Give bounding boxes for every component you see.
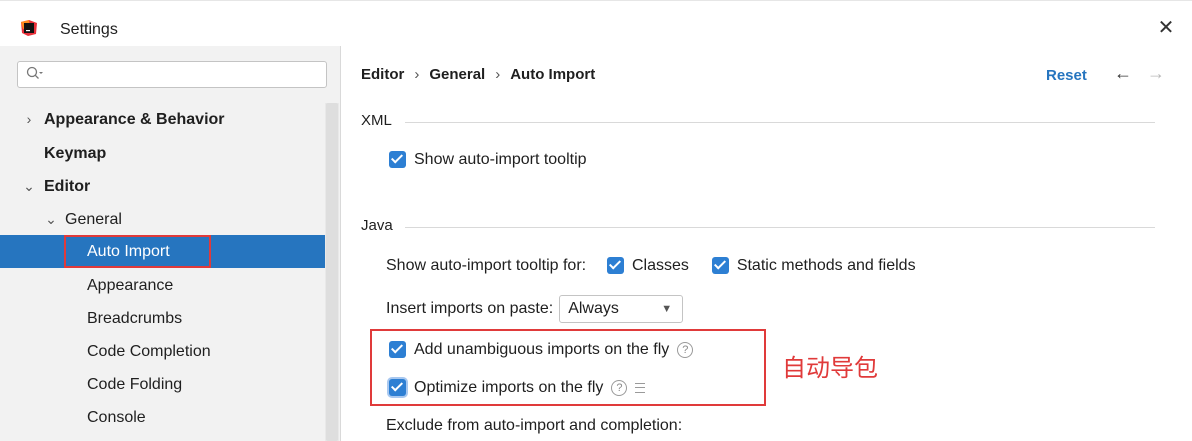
title-bar: Settings ✕ [0,0,1192,47]
reset-link[interactable]: Reset [1046,67,1087,84]
back-arrow-icon[interactable]: ← [1114,63,1132,84]
intellij-app-icon [21,20,37,36]
breadcrumb-separator: › [495,66,501,83]
forward-arrow-icon[interactable]: → [1147,63,1165,84]
section-divider [405,122,1155,123]
exclude-label: Exclude from auto-import and completion: [386,417,683,434]
sidebar-item-code-completion[interactable]: Code Completion [0,335,325,368]
window-title: Settings [60,21,118,38]
field-label: Insert imports on paste: [386,300,554,318]
section-title-java: Java [361,217,393,234]
sidebar-item-label: Appearance & Behavior [44,111,225,128]
select-value: Always [568,300,619,317]
search-icon [26,66,43,79]
sidebar-item-label: Editor [44,178,91,195]
breadcrumb-item: Auto Import [510,66,596,83]
breadcrumb-item[interactable]: Editor [361,66,404,83]
annotation-text: 自动导包 [782,354,878,382]
sidebar-item-appearance[interactable]: Appearance [0,269,325,302]
classes-checkbox[interactable] [607,257,624,275]
chevron-down-icon: ⌄ [45,211,57,227]
sidebar-item-label: Console [87,409,146,426]
sidebar-item-label: Code Completion [87,343,211,360]
sidebar-item-keymap[interactable]: Keymap [0,137,325,170]
insert-on-paste-row: Insert imports on paste: Always ▼ [386,295,684,323]
checkbox-label: Static methods and fields [736,257,916,274]
search-input[interactable] [17,61,327,88]
sidebar-item-label: Keymap [44,145,107,162]
highlight-box-auto-imports [370,329,766,406]
sidebar-item-label: Code Folding [87,376,183,393]
breadcrumb-separator: › [414,66,420,83]
breadcrumb-item[interactable]: General [429,66,485,83]
sidebar-scrollbar[interactable] [325,103,339,441]
sidebar-item-label: Breadcrumbs [87,310,183,327]
checkbox-label: Show auto-import tooltip [414,151,587,168]
java-tooltip-for-row: Show auto-import tooltip for: Classes St… [386,255,916,277]
xml-show-tooltip-checkbox[interactable]: Show auto-import tooltip [389,149,587,171]
sidebar-item-console[interactable]: Console [0,401,325,434]
insert-on-paste-select[interactable]: Always ▼ [559,295,684,323]
settings-sidebar: › Appearance & Behavior Keymap ⌄ Editor … [0,46,341,441]
static-methods-checkbox[interactable] [711,257,729,275]
dropdown-arrow-icon: ▼ [661,303,673,315]
field-label: Show auto-import tooltip for: [386,257,587,274]
chevron-right-icon: › [26,111,32,127]
sidebar-item-label: Appearance [87,277,174,294]
chevron-down-icon: ⌄ [23,178,35,194]
breadcrumb: Editor › General › Auto Import [361,66,595,83]
sidebar-item-general[interactable]: ⌄ General [0,203,325,236]
checkbox-checked-icon[interactable] [389,151,406,169]
sidebar-item-appearance-behavior[interactable]: › Appearance & Behavior [0,103,325,136]
checkbox-label: Classes [632,257,689,274]
sidebar-item-editor[interactable]: ⌄ Editor [0,170,325,203]
section-divider [405,227,1155,228]
close-button[interactable]: ✕ [1153,15,1179,41]
sidebar-item-label: General [65,211,122,228]
sidebar-item-breadcrumbs[interactable]: Breadcrumbs [0,302,325,335]
sidebar-item-code-folding[interactable]: Code Folding [0,368,325,401]
section-title-xml: XML [361,112,392,129]
highlight-box-auto-import [64,235,211,268]
scrollbar-thumb[interactable] [326,103,338,441]
